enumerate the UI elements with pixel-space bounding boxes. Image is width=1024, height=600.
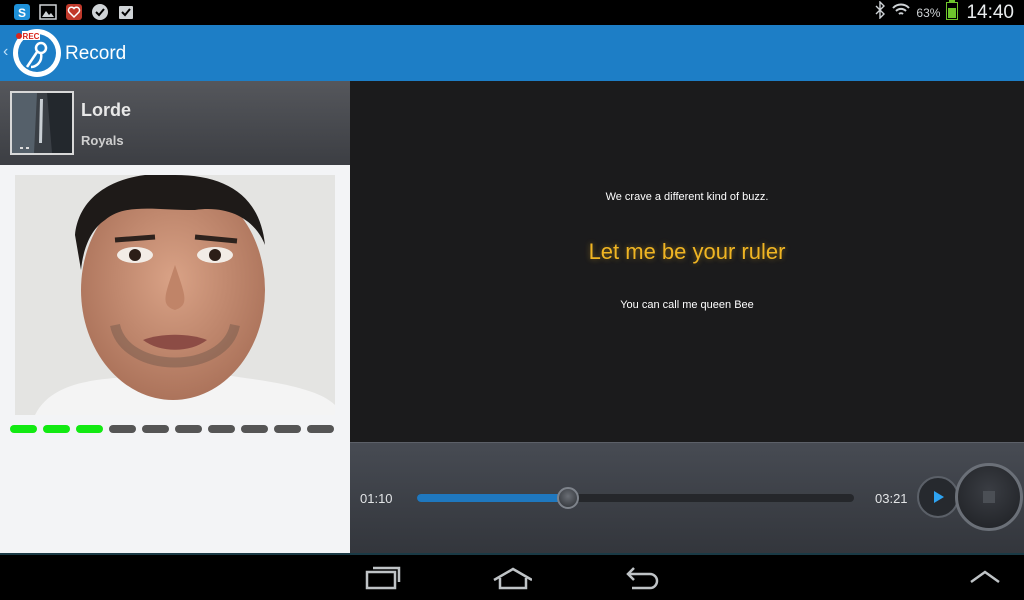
system-nav-bar bbox=[0, 553, 1024, 600]
task-icon bbox=[116, 3, 136, 21]
artist-name: Lorde bbox=[81, 100, 132, 120]
level-segment bbox=[175, 425, 202, 433]
level-segment bbox=[274, 425, 301, 433]
level-segment bbox=[307, 425, 334, 433]
level-segment bbox=[241, 425, 268, 433]
level-segment bbox=[109, 425, 136, 433]
home-icon bbox=[493, 567, 532, 590]
back-button[interactable] bbox=[622, 563, 662, 593]
battery-percent: 63% bbox=[916, 5, 941, 20]
menu-up-button[interactable] bbox=[965, 563, 1005, 593]
svg-text:S: S bbox=[18, 6, 26, 20]
song-header: Lorde Royals bbox=[0, 81, 350, 165]
lyric-next-line: You can call me queen Bee bbox=[620, 299, 754, 311]
stop-icon bbox=[983, 491, 995, 503]
chevron-up-icon bbox=[970, 570, 1000, 584]
clock: 14:40 bbox=[966, 1, 1014, 23]
audio-level-meter bbox=[10, 425, 340, 433]
heart-app-icon bbox=[64, 3, 84, 21]
seek-thumb[interactable] bbox=[556, 487, 579, 509]
app-logo[interactable]: REC bbox=[13, 29, 61, 77]
level-segment bbox=[208, 425, 235, 433]
elapsed-time: 01:10 bbox=[360, 491, 393, 506]
lyric-previous-line: We crave a different kind of buzz. bbox=[605, 191, 769, 203]
lyric-current-line: Let me be your ruler bbox=[588, 239, 786, 264]
level-segment bbox=[43, 425, 70, 433]
seek-progress bbox=[417, 494, 568, 502]
check-badge-icon bbox=[90, 3, 110, 21]
logo-rec-label: REC bbox=[23, 32, 40, 41]
camera-preview bbox=[15, 175, 335, 415]
skype-icon: S bbox=[12, 3, 32, 21]
back-chevron-icon[interactable]: ‹ bbox=[3, 43, 8, 61]
gallery-icon bbox=[38, 3, 58, 21]
seek-bar[interactable] bbox=[417, 487, 854, 509]
page-title: Record bbox=[65, 43, 127, 64]
level-segment bbox=[76, 425, 103, 433]
recent-apps-button[interactable] bbox=[363, 563, 403, 593]
battery-icon bbox=[946, 0, 959, 25]
player-controls: 01:10 03:21 bbox=[350, 442, 1024, 553]
bluetooth-icon bbox=[874, 0, 886, 24]
level-segment bbox=[10, 425, 37, 433]
album-art bbox=[10, 91, 74, 155]
stop-record-button[interactable] bbox=[955, 463, 1023, 531]
left-panel: Lorde Royals bbox=[0, 81, 350, 553]
status-bar: S 63% 14:40 bbox=[0, 0, 1024, 25]
home-button[interactable] bbox=[492, 563, 532, 593]
recent-apps-icon bbox=[365, 566, 401, 590]
wifi-icon bbox=[892, 2, 911, 23]
level-segment bbox=[142, 425, 169, 433]
play-button[interactable] bbox=[917, 476, 959, 518]
lyrics-panel: We crave a different kind of buzz. Let m… bbox=[350, 81, 1024, 442]
song-title: Royals bbox=[81, 133, 124, 148]
total-time: 03:21 bbox=[875, 491, 908, 506]
notification-icons: S bbox=[12, 3, 136, 21]
back-icon bbox=[626, 567, 659, 590]
play-icon bbox=[934, 491, 944, 503]
action-bar: ‹ REC Record bbox=[0, 25, 1024, 81]
